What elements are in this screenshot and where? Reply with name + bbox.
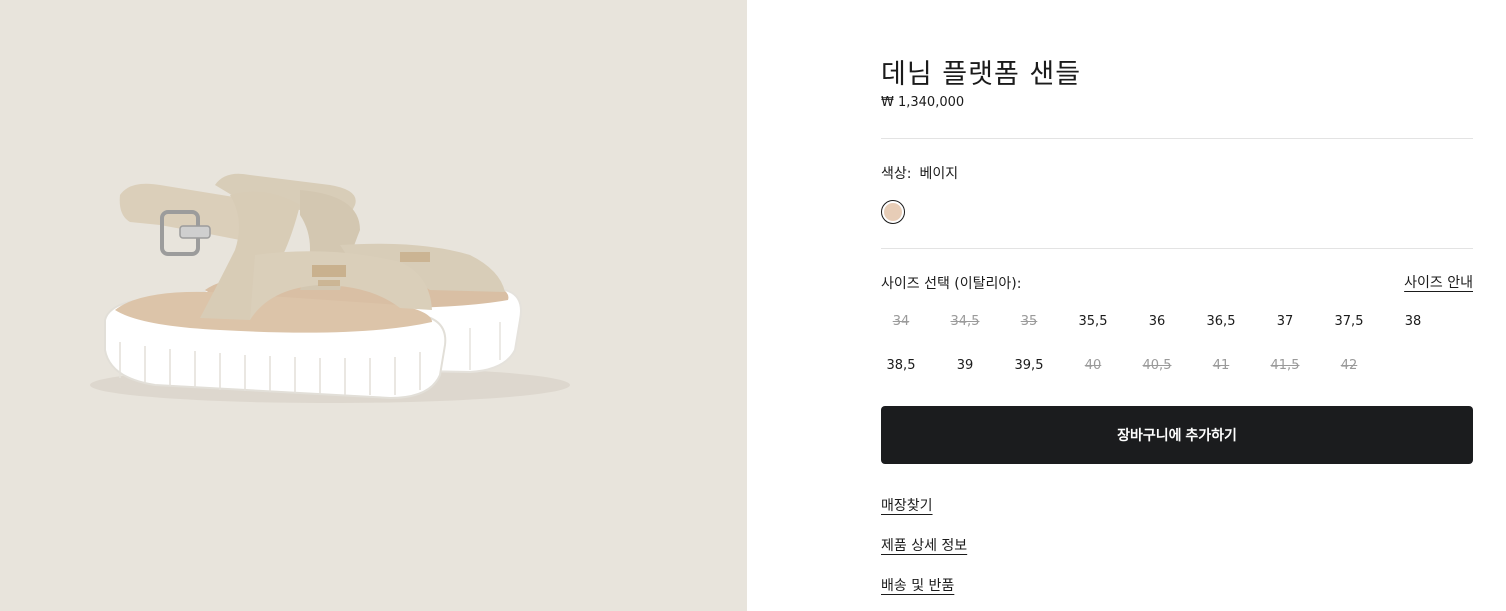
sandal-illustration: [90, 173, 570, 403]
product-image[interactable]: [0, 0, 747, 611]
size-option: 40,5: [1142, 358, 1172, 373]
product-info-panel: 데님 플랫폼 샌들 ₩ 1,340,000 색상: 베이지 사이즈 선택 (이탈…: [881, 0, 1473, 611]
color-value: 베이지: [919, 166, 959, 182]
size-option[interactable]: 37: [1265, 300, 1305, 344]
size-guide-link[interactable]: 사이즈 안내: [1404, 272, 1473, 292]
product-details-link[interactable]: 제품 상세 정보: [881, 535, 967, 555]
size-option[interactable]: 39,5: [1009, 344, 1049, 388]
size-option: 41,5: [1270, 358, 1300, 373]
size-option: 41: [1212, 358, 1230, 373]
shipping-returns-link[interactable]: 배송 및 반품: [881, 575, 954, 595]
color-swatch-beige[interactable]: [881, 200, 905, 224]
size-option[interactable]: 38: [1393, 300, 1433, 344]
product-title: 데님 플랫폼 샌들: [881, 59, 1082, 90]
size-option: 34: [892, 314, 910, 329]
product-price: ₩ 1,340,000: [881, 95, 965, 110]
size-option[interactable]: 35,5: [1073, 300, 1113, 344]
size-option: 42: [1340, 358, 1358, 373]
store-finder-link[interactable]: 매장찾기: [881, 495, 933, 515]
size-select-label: 사이즈 선택 (이탈리아):: [881, 276, 1022, 292]
size-option[interactable]: 37,5: [1329, 300, 1369, 344]
size-option: 34,5: [950, 314, 980, 329]
color-row: 색상: 베이지: [881, 163, 958, 183]
size-option: 40: [1084, 358, 1102, 373]
size-option[interactable]: 39: [945, 344, 985, 388]
divider: [881, 138, 1473, 139]
size-option[interactable]: 38,5: [881, 344, 921, 388]
color-swatch-fill: [884, 203, 902, 221]
add-to-cart-button[interactable]: 장바구니에 추가하기: [881, 406, 1473, 464]
size-option: 35: [1020, 314, 1038, 329]
color-label: 색상:: [881, 166, 912, 182]
size-option[interactable]: 36,5: [1201, 300, 1241, 344]
divider: [881, 248, 1473, 249]
size-option[interactable]: 36: [1137, 300, 1177, 344]
